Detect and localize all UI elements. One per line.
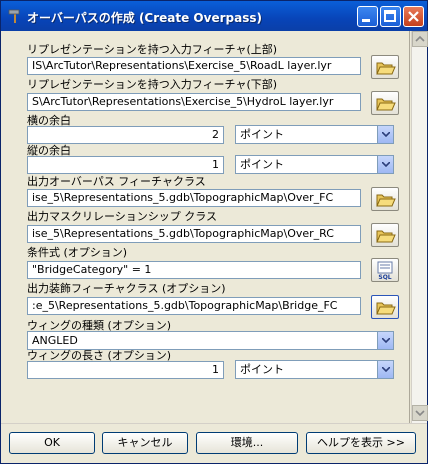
output-mask-label: 出力マスクリレーションシップ クラス xyxy=(27,210,218,223)
where-clause-label: 条件式 (オプション) xyxy=(27,246,128,259)
output-overpass-browse-button[interactable] xyxy=(371,187,399,211)
folder-open-icon xyxy=(376,62,396,75)
vertical-scrollbar[interactable] xyxy=(411,31,428,423)
wing-length-input[interactable]: 1 xyxy=(27,361,224,379)
margin-along-unit-select[interactable]: ポイント xyxy=(235,125,394,144)
show-help-button[interactable]: ヘルプを表示 >> xyxy=(306,432,416,454)
margin-across-unit-value: ポイント xyxy=(240,158,284,171)
wing-length-unit-select[interactable]: ポイント xyxy=(235,360,394,379)
wing-length-unit-value: ポイント xyxy=(240,363,284,376)
button-bar: OK キャンセル 環境... ヘルプを表示 >> xyxy=(1,423,427,463)
upper-features-input[interactable]: IS\ArcTutor\Representations\Exercise_5\R… xyxy=(27,57,361,75)
folder-open-icon xyxy=(376,98,396,111)
margin-across-unit-select[interactable]: ポイント xyxy=(235,155,394,174)
chevron-down-icon xyxy=(415,410,425,417)
close-button[interactable] xyxy=(403,6,424,27)
minimize-icon xyxy=(362,19,370,22)
maximize-icon xyxy=(384,10,396,22)
wing-type-value: ANGLED xyxy=(32,334,78,347)
chevron-down-icon[interactable] xyxy=(377,156,393,173)
chevron-up-icon xyxy=(415,35,425,42)
scroll-down-button[interactable] xyxy=(412,405,428,421)
environments-button[interactable]: 環境... xyxy=(196,432,298,454)
maximize-button[interactable] xyxy=(380,6,401,27)
output-overpass-input[interactable]: ise_5\Representations_5.gdb\TopographicM… xyxy=(27,189,361,207)
chevron-down-icon[interactable] xyxy=(377,332,393,349)
title-bar[interactable]: オーバーパスの作成 (Create Overpass) xyxy=(1,1,427,31)
dialog-window: オーバーパスの作成 (Create Overpass) リプレゼンテーションを持… xyxy=(0,0,428,464)
sql-icon: SQL xyxy=(377,261,393,281)
cancel-button[interactable]: キャンセル xyxy=(102,432,188,454)
folder-open-icon xyxy=(376,302,396,315)
ok-button[interactable]: OK xyxy=(9,432,95,454)
minimize-button[interactable] xyxy=(357,6,378,27)
output-decoration-label: 出力装飾フィーチャクラス (オプション) xyxy=(27,282,226,295)
hammer-icon xyxy=(7,8,23,24)
window-title: オーバーパスの作成 (Create Overpass) xyxy=(27,11,262,25)
folder-open-icon xyxy=(376,230,396,243)
lower-features-label: リプレゼンテーションを持つ入力フィーチャ(下部) xyxy=(27,78,278,91)
output-decoration-input[interactable]: :e_5\Representations_5.gdb\TopographicMa… xyxy=(27,297,361,315)
chevron-down-icon[interactable] xyxy=(377,361,393,378)
lower-features-browse-button[interactable] xyxy=(371,91,399,115)
where-clause-input[interactable]: "BridgeCategory" = 1 xyxy=(27,261,361,279)
parameters-panel: リプレゼンテーションを持つ入力フィーチャ(上部) IS\ArcTutor\Rep… xyxy=(5,31,410,423)
sql-query-button[interactable]: SQL xyxy=(371,258,399,282)
upper-features-label: リプレゼンテーションを持つ入力フィーチャ(上部) xyxy=(27,43,278,56)
svg-text:SQL: SQL xyxy=(378,274,391,281)
output-overpass-label: 出力オーバーパス フィーチャクラス xyxy=(27,175,206,188)
output-decoration-browse-button[interactable] xyxy=(371,295,399,319)
chevron-down-icon[interactable] xyxy=(377,126,393,143)
folder-open-icon xyxy=(376,194,396,207)
upper-features-browse-button[interactable] xyxy=(371,55,399,79)
lower-features-input[interactable]: S\ArcTutor\Representations\Exercise_5\Hy… xyxy=(27,93,361,111)
scroll-up-button[interactable] xyxy=(412,31,428,47)
margin-across-input[interactable]: 1 xyxy=(27,156,224,174)
close-icon xyxy=(408,11,419,22)
margin-along-unit-value: ポイント xyxy=(240,128,284,141)
output-mask-input[interactable]: ise_5\Representations_5.gdb\TopographicM… xyxy=(27,225,361,243)
output-mask-browse-button[interactable] xyxy=(371,223,399,247)
